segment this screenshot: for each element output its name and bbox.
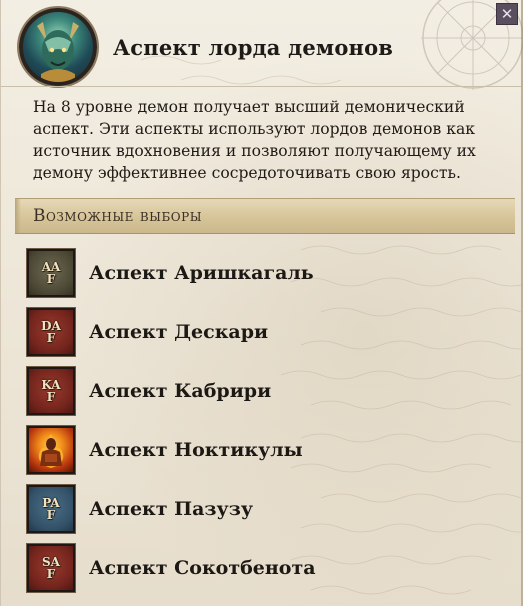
- choice-label: Аспект Кабрири: [89, 379, 272, 402]
- choice-label: Аспект Ноктикулы: [89, 438, 303, 461]
- demon-lord-portrait-icon: [19, 8, 97, 86]
- choice-label: Аспект Пазузу: [89, 497, 253, 520]
- choice-item-kabriri[interactable]: KA F Аспект Кабрири: [26, 361, 497, 420]
- aspect-deskari-icon: DA F: [26, 306, 76, 357]
- aspect-nocticula-icon: [26, 424, 76, 475]
- feature-panel: ✕ Аспект лорда демонов На 8 уровне демон…: [0, 0, 523, 606]
- choice-item-socothbenoth[interactable]: SA F Аспект Сокотбенота: [26, 538, 497, 597]
- aspect-socothbenoth-icon: SA F: [26, 542, 76, 593]
- feature-description: На 8 уровне демон получает высший демони…: [33, 98, 476, 182]
- choice-item-deskari[interactable]: DA F Аспект Дескари: [26, 302, 497, 361]
- close-button[interactable]: ✕: [496, 3, 518, 25]
- aspect-kabriri-icon: KA F: [26, 365, 76, 416]
- choice-label: Аспект Сокотбенота: [89, 556, 316, 579]
- choice-item-pazuzu[interactable]: PA F Аспект Пазузу: [26, 479, 497, 538]
- demon-face-icon: [37, 22, 79, 82]
- choices-list: AA F Аспект Аришкагаль DA F Аспект Деска…: [26, 243, 497, 597]
- choice-item-nocticula[interactable]: Аспект Ноктикулы: [26, 420, 497, 479]
- aspect-arshea-icon: AA F: [26, 247, 76, 298]
- choice-item-arshea[interactable]: AA F Аспект Аришкагаль: [26, 243, 497, 302]
- aspect-pazuzu-icon: PA F: [26, 483, 76, 534]
- section-title: Возможные выборы: [33, 206, 203, 226]
- header-divider: [1, 86, 521, 87]
- fire-figure-icon: [38, 433, 64, 468]
- panel-header: Аспект лорда демонов: [19, 8, 393, 86]
- section-header: Возможные выборы: [15, 198, 515, 234]
- choice-label: Аспект Дескари: [89, 320, 269, 343]
- page-title: Аспект лорда демонов: [113, 34, 394, 60]
- choice-label: Аспект Аришкагаль: [89, 261, 314, 284]
